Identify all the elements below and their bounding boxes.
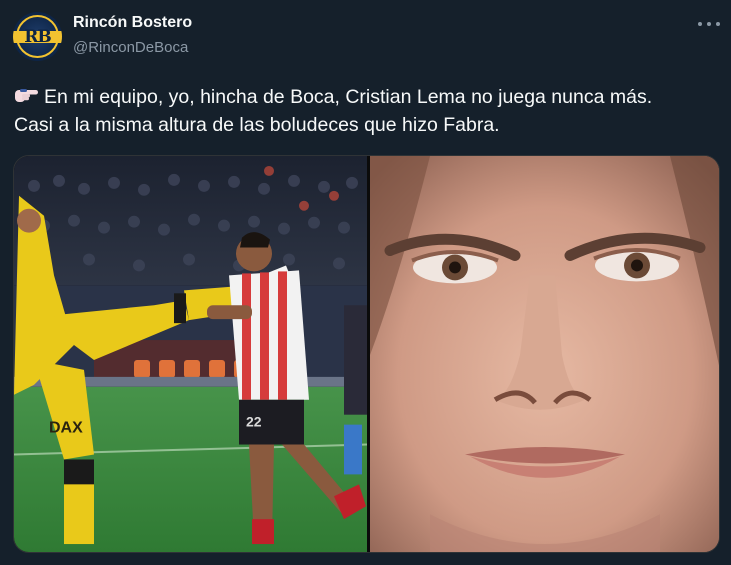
tweet-line-1-text: En mi equipo, yo, hincha de Boca, Cristi…	[44, 86, 653, 108]
match-photo[interactable]: DAX 22	[14, 156, 367, 552]
svg-text:22: 22	[246, 414, 262, 430]
tweet-text: En mi equipo, yo, hincha de Boca, Cristi…	[14, 83, 724, 139]
avatar[interactable]: RB	[13, 12, 62, 61]
user-handle[interactable]: @RinconDeBoca	[73, 39, 188, 56]
tweet-media[interactable]: DAX 22	[13, 155, 720, 553]
sponsor-text: DAX	[49, 420, 83, 437]
match-photo-illustration: DAX 22	[14, 156, 367, 552]
more-options-icon[interactable]	[698, 16, 720, 32]
tweet[interactable]: RB Rincón Bostero @RinconDeBoca En mi eq…	[0, 0, 731, 565]
tweet-line-2: Casi a la misma altura de las boludeces …	[14, 114, 500, 136]
display-name[interactable]: Rincón Bostero	[73, 14, 192, 32]
tweet-line-1: En mi equipo, yo, hincha de Boca, Cristi…	[14, 83, 724, 111]
avatar-monogram: RB	[24, 26, 51, 47]
portrait-photo[interactable]	[370, 156, 719, 552]
portrait-illustration	[370, 156, 719, 552]
pointing-right-hand-icon	[15, 89, 38, 102]
